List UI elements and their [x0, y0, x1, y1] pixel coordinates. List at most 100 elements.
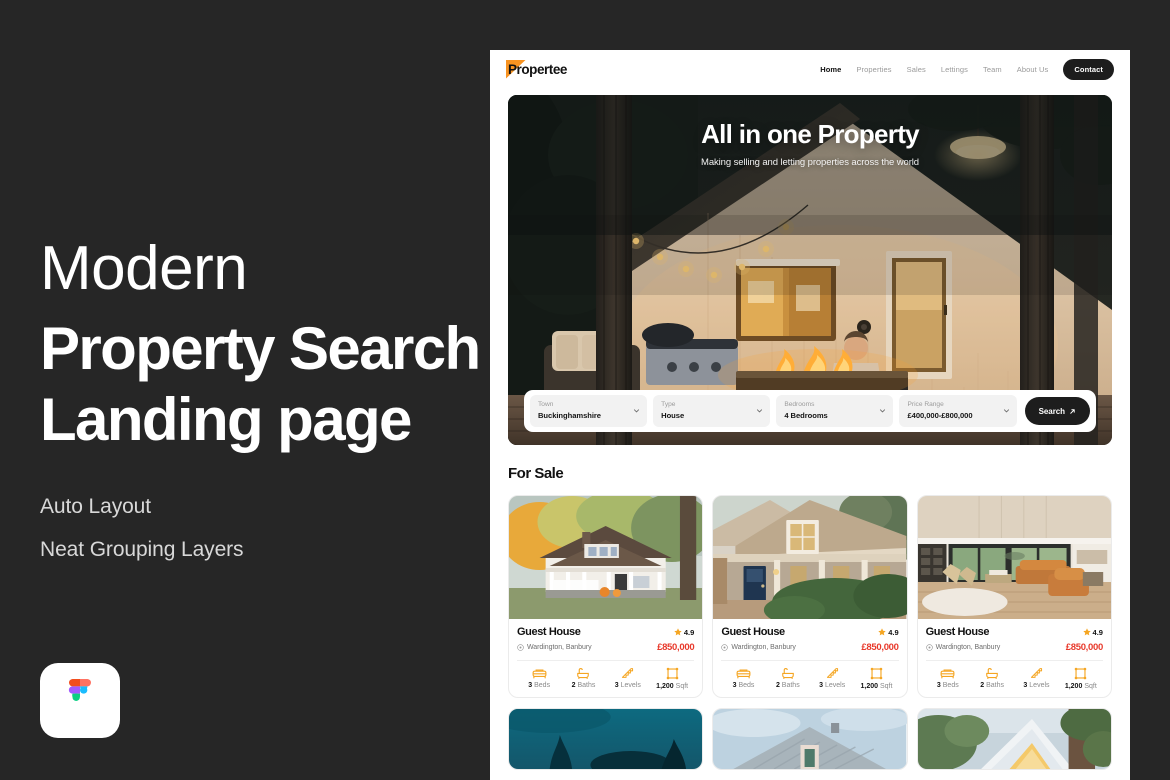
stat-sqft-label: 1,200 Sqft: [1064, 683, 1097, 690]
property-location: Wardington, Banbury: [721, 644, 796, 651]
nav-link-lettings[interactable]: Lettings: [941, 65, 968, 74]
area-icon: [666, 667, 678, 680]
property-card-body: Guest House 4.9 Wardington, Banbury £850…: [918, 619, 1111, 697]
stat-sqft: 1,200 Sqft: [854, 667, 898, 690]
website-mockup: Propertee Home Properties Sales Lettings…: [490, 50, 1130, 780]
contact-button[interactable]: Contact: [1063, 59, 1114, 80]
stat-baths-label: 2 Baths: [775, 682, 800, 689]
bathtub-icon: [986, 668, 998, 679]
town-label: Town: [538, 400, 554, 408]
search-button[interactable]: Search: [1024, 397, 1091, 425]
star-icon: [1082, 628, 1091, 636]
property-price: £850,000: [1065, 642, 1104, 653]
bathtub-icon: [577, 668, 590, 679]
nav-link-home[interactable]: Home: [820, 65, 841, 74]
promo-feature-item: Neat Grouping Layers: [40, 537, 244, 561]
site-logo[interactable]: Propertee: [506, 59, 567, 80]
property-search-bar: Town Buckinghamshire Type House Bedrooms…: [524, 390, 1096, 432]
stat-levels-label: 3 Levels: [614, 682, 641, 689]
star-icon: [878, 628, 886, 636]
stat-baths-label: 2 Baths: [571, 682, 596, 689]
bedrooms-select[interactable]: Bedrooms 4 Bedrooms: [776, 395, 894, 427]
stat-sqft: 1,200 Sqft: [650, 667, 694, 690]
nav-link-about-us[interactable]: About Us: [1017, 65, 1049, 74]
price-range-value: £400,000-£800,000: [907, 411, 973, 421]
stat-beds: 3 Beds: [517, 667, 561, 690]
property-card[interactable]: Guest House 4.9 Wardington, Banbury £850…: [916, 495, 1112, 698]
stairs-icon: [622, 668, 634, 678]
nav-link-team[interactable]: Team: [983, 65, 1002, 74]
promo-feature-list: Auto Layout Neat Grouping Layers: [40, 496, 490, 560]
property-stats: 3 Beds 2 Baths 3 Levels 1,200 Sqft: [926, 661, 1103, 690]
stat-beds: 3 Beds: [926, 667, 970, 690]
property-location-text: Wardington, Banbury: [527, 644, 592, 651]
property-card-image: [713, 709, 907, 769]
property-title: Guest House: [721, 626, 785, 638]
nav-link-properties[interactable]: Properties: [856, 65, 891, 74]
stat-beds-label: 3 Beds: [936, 682, 959, 689]
promo-panel: Modern Property Search Landing page Auto…: [0, 0, 490, 780]
property-card[interactable]: [916, 708, 1112, 770]
town-select[interactable]: Town Buckinghamshire: [530, 395, 648, 427]
site-header: Propertee Home Properties Sales Lettings…: [490, 50, 1130, 89]
property-card[interactable]: Guest House 4.9 Wardington, Banbury £850…: [712, 495, 908, 698]
property-location-text: Wardington, Banbury: [935, 644, 1001, 651]
search-button-label: Search: [1038, 406, 1066, 416]
chevron-down-icon: [1003, 409, 1009, 413]
figma-logo-icon: [68, 678, 91, 701]
stat-baths: 2 Baths: [766, 667, 810, 690]
property-rating: 4.9: [1082, 627, 1103, 637]
bathtub-icon: [782, 668, 794, 679]
type-label: Type: [661, 400, 676, 408]
bed-icon: [736, 669, 751, 679]
property-rating-value: 4.9: [888, 627, 899, 637]
property-rating-value: 4.9: [1092, 627, 1103, 637]
stat-beds: 3 Beds: [721, 667, 765, 690]
property-card-image: [917, 709, 1111, 769]
promo-heading-line-3: Landing page: [40, 385, 412, 453]
chevron-down-icon: [880, 409, 886, 413]
property-rating-value: 4.9: [683, 627, 695, 637]
stairs-icon: [826, 668, 838, 678]
promo-heading-line-2: Property Search: [40, 315, 481, 382]
nav-link-sales[interactable]: Sales: [907, 65, 926, 74]
property-price: £850,000: [861, 642, 899, 653]
primary-nav: Home Properties Sales Lettings Team Abou…: [820, 59, 1114, 80]
property-card[interactable]: Guest House 4.9 Wardington, Banbury £850…: [508, 495, 704, 698]
hero-section: All in one Property Making selling and l…: [508, 95, 1112, 445]
property-card-image: [917, 496, 1111, 619]
property-rating: 4.9: [674, 628, 694, 637]
stat-levels: 3 Levels: [810, 667, 854, 690]
bed-icon: [532, 669, 547, 679]
area-icon: [1075, 667, 1087, 680]
property-title: Guest House: [517, 626, 581, 638]
stat-sqft-label: 1,200 Sqft: [860, 683, 893, 690]
property-title: Guest House: [925, 626, 990, 638]
screenshot-root: Modern Property Search Landing page Auto…: [0, 0, 1170, 780]
property-card[interactable]: [508, 708, 704, 770]
property-card-body: Guest House 4.9 Wardington, Banbury £850…: [713, 619, 906, 697]
arrow-up-right-icon: [1070, 408, 1075, 414]
property-location: Wardington, Banbury: [517, 644, 592, 651]
property-rating: 4.9: [878, 627, 899, 637]
hero-title: All in one Property: [701, 119, 920, 149]
stat-sqft-label: 1,200 Sqft: [656, 683, 689, 690]
bed-icon: [940, 669, 955, 679]
property-price: £850,000: [657, 642, 695, 653]
for-sale-card-grid-row-2: [508, 708, 1112, 770]
stat-sqft: 1,200 Sqft: [1059, 667, 1103, 690]
bedrooms-value: 4 Bedrooms: [784, 411, 828, 421]
stat-beds-label: 3 Beds: [732, 682, 755, 689]
figma-badge: [40, 663, 120, 738]
price-range-select[interactable]: Price Range £400,000-£800,000: [899, 395, 1017, 427]
stat-levels: 3 Levels: [606, 667, 650, 690]
promo-text-block: Modern Property Search Landing page Auto…: [40, 238, 490, 560]
type-select[interactable]: Type House: [653, 395, 771, 427]
property-stats: 3 Beds 2 Baths 3 Levels 1,200 Sqft: [517, 661, 694, 690]
stat-baths-label: 2 Baths: [980, 682, 1005, 689]
promo-feature-item: Auto Layout: [40, 494, 151, 518]
stat-levels-label: 3 Levels: [819, 682, 846, 689]
location-pin-icon: [721, 644, 729, 651]
property-card-image: [509, 496, 703, 619]
property-card[interactable]: [712, 708, 908, 770]
